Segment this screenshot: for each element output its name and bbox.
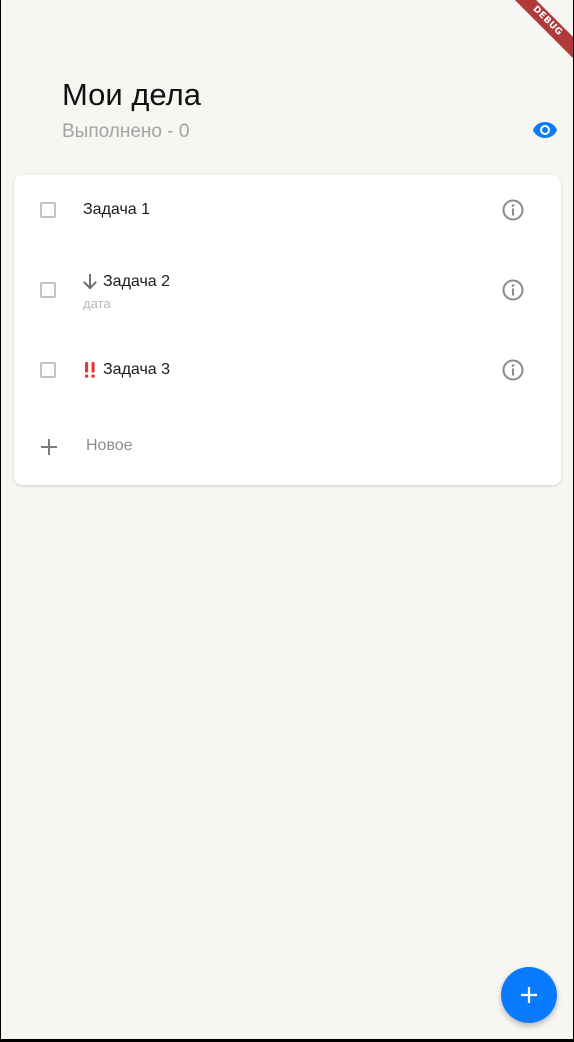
task-list-card: Задача 1 Задача 2 дата Задача 3 Новое xyxy=(14,175,561,485)
add-task-row[interactable]: Новое xyxy=(14,425,561,469)
app-screen: DEBUG Мои дела Выполнено - 0 Задача 1 За… xyxy=(1,0,573,1039)
info-icon[interactable] xyxy=(501,198,525,222)
add-task-label: Новое xyxy=(86,437,133,454)
task-row[interactable]: Задача 1 xyxy=(14,175,561,245)
debug-banner: DEBUG xyxy=(507,0,573,61)
task-date: дата xyxy=(83,296,111,311)
arrow-down-icon xyxy=(83,274,97,290)
add-task-fab[interactable] xyxy=(501,967,557,1023)
completed-counter: Выполнено - 0 xyxy=(62,121,190,142)
plus-icon xyxy=(41,439,57,455)
task-label: Задача 3 xyxy=(103,361,171,378)
double-exclamation-icon xyxy=(83,362,97,378)
task-label: Задача 2 xyxy=(103,273,171,290)
task-label: Задача 1 xyxy=(83,201,151,218)
task-checkbox[interactable] xyxy=(40,202,56,218)
toggle-visibility-button[interactable] xyxy=(531,118,559,142)
plus-icon xyxy=(521,987,537,1003)
task-title: Задача 3 xyxy=(83,361,170,379)
page-title: Мои дела xyxy=(62,77,201,112)
info-icon[interactable] xyxy=(501,278,525,302)
task-title: Задача 2 xyxy=(83,273,170,291)
task-title: Задача 1 xyxy=(83,201,150,219)
info-icon[interactable] xyxy=(501,358,525,382)
task-row[interactable]: Задача 3 xyxy=(14,335,561,405)
eye-icon xyxy=(533,122,557,138)
task-row[interactable]: Задача 2 дата xyxy=(14,255,561,325)
task-checkbox[interactable] xyxy=(40,362,56,378)
task-checkbox[interactable] xyxy=(40,282,56,298)
